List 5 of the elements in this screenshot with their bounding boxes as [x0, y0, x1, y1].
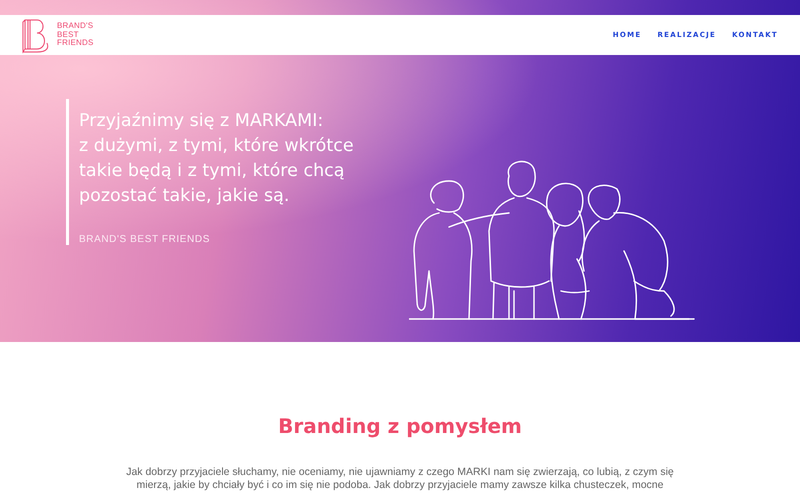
- logo-text: BRAND'S BEST FRIENDS: [57, 22, 94, 48]
- section-paragraph: Jak dobrzy przyjaciele słuchamy, nie oceniamy, nie ujawniamy z czego MARKI nam się zwierzają, co lubią, z czym się mierzą, jakie by chciały być i co im się nie podoba. Jak dobrzy przyjaciele mamy zawsze kilka chusteczek, mocne: [126, 466, 674, 492]
- hero-headline: Przyjaźnimy się z MARKAMI: z dużymi, z tymi, które wkrótce takie będą i z tymi, które chcą pozostać takie, jakie są.: [79, 110, 355, 208]
- section-title: Branding z pomysłem: [278, 414, 522, 438]
- hero-tagline: BRAND'S BEST FRIENDS: [79, 234, 211, 245]
